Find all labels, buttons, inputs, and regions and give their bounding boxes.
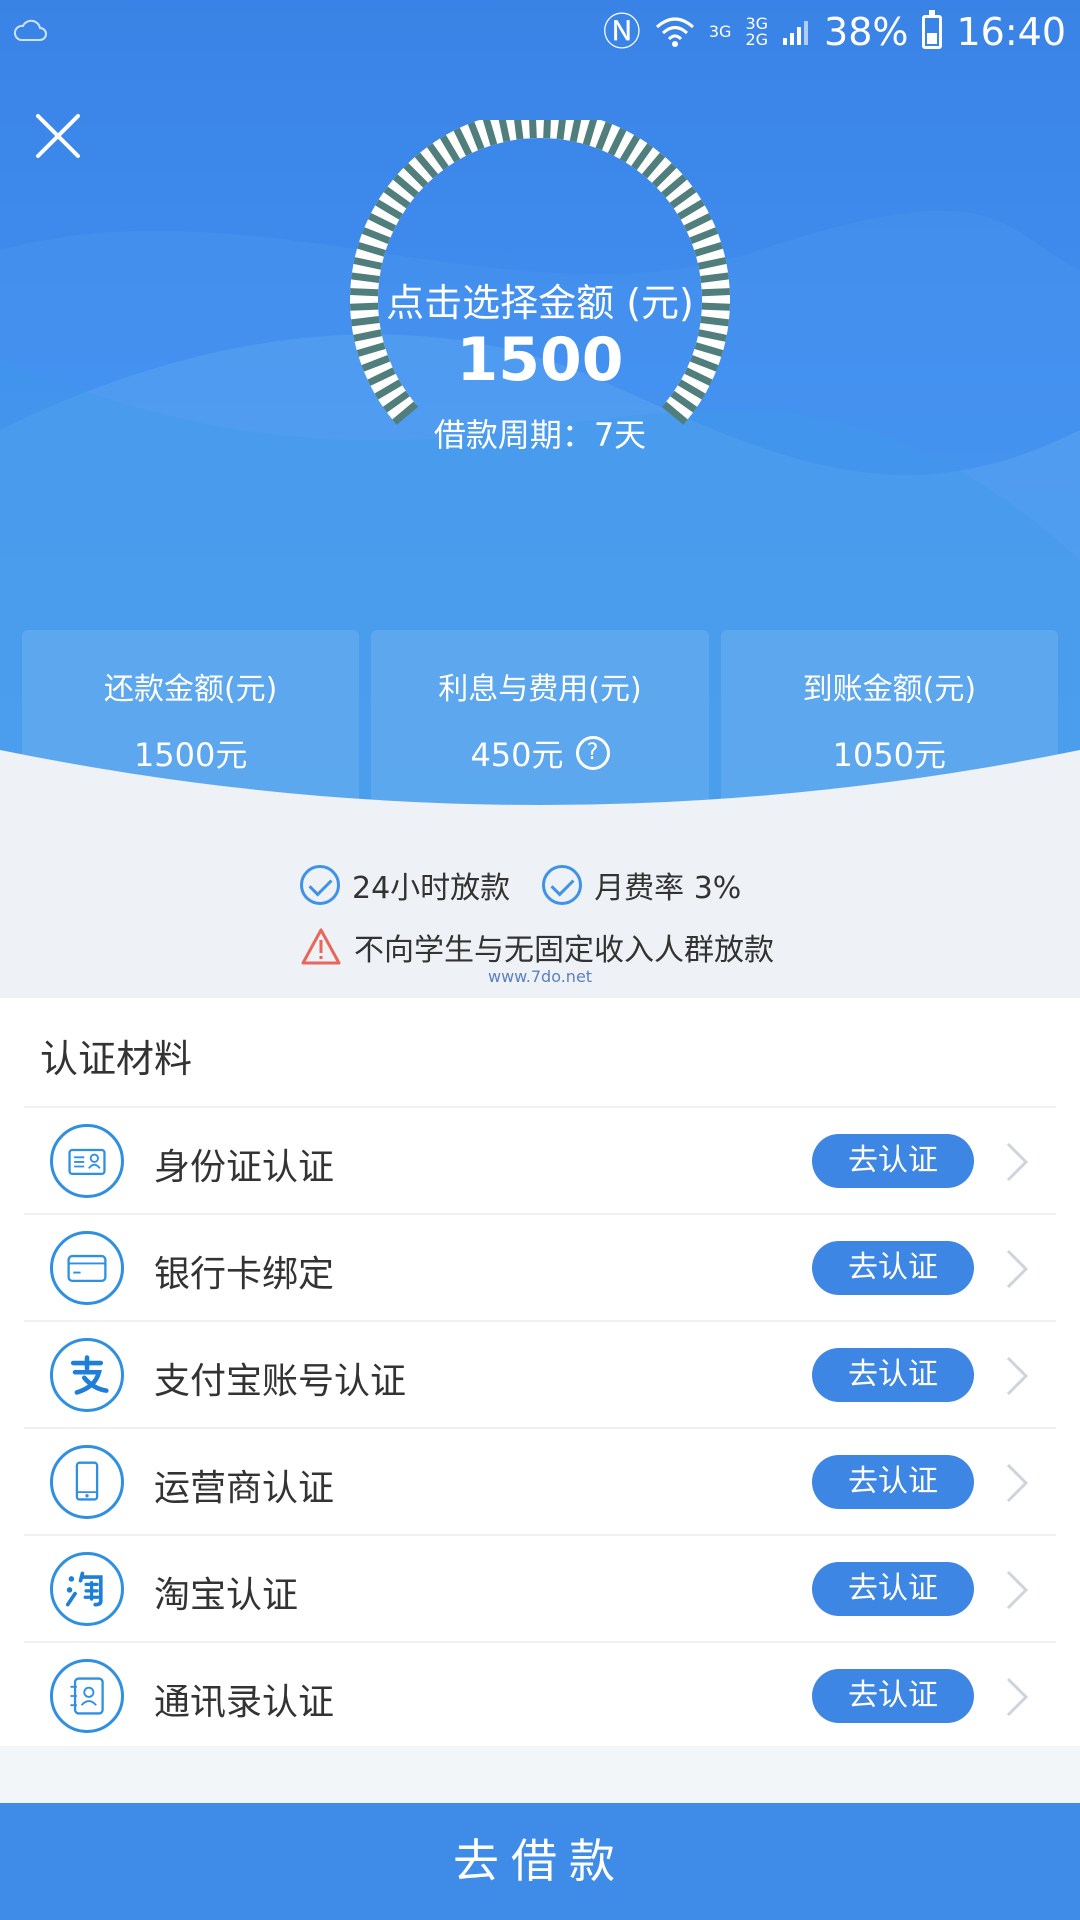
chevron-right-icon bbox=[1006, 1356, 1029, 1396]
received-label: 到账金额(元) bbox=[802, 672, 977, 707]
warning-icon bbox=[301, 928, 341, 965]
contacts-icon bbox=[50, 1659, 124, 1733]
signal-icon bbox=[783, 21, 809, 45]
verify-button[interactable]: 去认证 bbox=[812, 1348, 974, 1402]
wifi-icon bbox=[655, 17, 694, 47]
auth-item-label: 通讯录认证 bbox=[154, 1682, 335, 1723]
repayment-label: 还款金额(元) bbox=[103, 672, 278, 707]
borrow-button[interactable]: 去借款 bbox=[0, 1803, 1080, 1920]
bank-card-icon bbox=[50, 1231, 124, 1305]
auth-item-label: 银行卡绑定 bbox=[154, 1254, 335, 1295]
auth-item-carrier[interactable]: 运营商认证 去认证 bbox=[24, 1427, 1056, 1534]
chevron-right-icon bbox=[1006, 1142, 1029, 1182]
auth-item-bank-card[interactable]: 银行卡绑定 去认证 bbox=[24, 1213, 1056, 1320]
status-indicators: Ⓝ 3G 3G 2G 38% 16:40 bbox=[603, 8, 1066, 56]
gauge-title: 点击选择金额 (元) bbox=[386, 281, 694, 325]
alipay-icon bbox=[50, 1338, 124, 1412]
nfc-icon: Ⓝ bbox=[602, 10, 641, 54]
network-type-b: 3G 2G bbox=[745, 14, 769, 49]
chevron-right-icon bbox=[1006, 1463, 1029, 1503]
auth-section-title: 认证材料 bbox=[40, 1037, 193, 1081]
auth-item-label: 支付宝账号认证 bbox=[154, 1361, 407, 1402]
auth-section: 认证材料 身份证认证 去认证 银行卡绑定 去认证 支付宝账号认证 去认证 运营商… bbox=[0, 998, 1080, 1746]
taobao-icon bbox=[50, 1552, 124, 1626]
gauge-tick bbox=[514, 120, 524, 140]
auth-item-label: 身份证认证 bbox=[154, 1147, 335, 1188]
gauge-tick bbox=[543, 120, 551, 139]
gauge-tick bbox=[529, 120, 537, 139]
features-panel: 24小时放款 月费率 3% 不向学生与无固定收入人群放款 www.7do.net bbox=[0, 835, 1080, 998]
fees-label: 利息与费用(元) bbox=[438, 672, 642, 707]
phone-icon bbox=[50, 1445, 124, 1519]
battery-percent: 38% bbox=[824, 10, 909, 54]
feature-monthly-rate: 月费率 3% bbox=[594, 871, 742, 906]
auth-list: 身份证认证 去认证 银行卡绑定 去认证 支付宝账号认证 去认证 运营商认证 去认… bbox=[0, 1106, 1080, 1748]
verify-button[interactable]: 去认证 bbox=[812, 1134, 974, 1188]
loan-amount[interactable]: 1500 bbox=[290, 325, 790, 395]
auth-item-label: 淘宝认证 bbox=[154, 1575, 299, 1616]
header-curve bbox=[0, 750, 1080, 835]
loan-period: 借款周期：7天 bbox=[433, 416, 647, 454]
check-icon bbox=[542, 865, 583, 905]
feature-row-notice: 不向学生与无固定收入人群放款 bbox=[300, 925, 774, 969]
feature-fast-loan: 24小时放款 bbox=[352, 871, 511, 906]
notice-text: 不向学生与无固定收入人群放款 bbox=[354, 933, 774, 968]
feature-row-top: 24小时放款 月费率 3% bbox=[300, 863, 741, 907]
cloud-icon bbox=[13, 19, 47, 41]
auth-item-id-card[interactable]: 身份证认证 去认证 bbox=[24, 1106, 1056, 1213]
verify-button[interactable]: 去认证 bbox=[812, 1669, 974, 1723]
loan-page: Ⓝ 3G 3G 2G 38% 16:40 点击选择金额 (元) 1500 借款周… bbox=[0, 0, 1080, 1920]
verify-button[interactable]: 去认证 bbox=[812, 1241, 974, 1295]
battery-icon bbox=[922, 10, 943, 49]
check-icon bbox=[300, 865, 340, 905]
chevron-right-icon bbox=[1006, 1677, 1029, 1717]
close-icon[interactable] bbox=[34, 112, 82, 160]
status-bar: Ⓝ 3G 3G 2G 38% 16:40 bbox=[0, 0, 1080, 64]
auth-item-alipay[interactable]: 支付宝账号认证 去认证 bbox=[24, 1320, 1056, 1427]
amount-gauge[interactable]: 点击选择金额 (元) 1500 借款周期：7天 bbox=[290, 120, 790, 580]
chevron-right-icon bbox=[1006, 1570, 1029, 1610]
chevron-right-icon bbox=[1006, 1249, 1029, 1289]
id-card-icon bbox=[50, 1124, 124, 1198]
verify-button[interactable]: 去认证 bbox=[812, 1455, 974, 1509]
verify-button[interactable]: 去认证 bbox=[812, 1562, 974, 1616]
auth-item-contacts[interactable]: 通讯录认证 去认证 bbox=[24, 1641, 1056, 1748]
network-type-a: 3G bbox=[708, 22, 732, 41]
watermark: www.7do.net bbox=[488, 967, 593, 986]
clock-time: 16:40 bbox=[956, 10, 1066, 54]
hero-header: Ⓝ 3G 3G 2G 38% 16:40 点击选择金额 (元) 1500 借款周… bbox=[0, 0, 1080, 835]
auth-item-taobao[interactable]: 淘宝认证 去认证 bbox=[24, 1534, 1056, 1641]
gauge-tick bbox=[556, 120, 566, 140]
auth-item-label: 运营商认证 bbox=[154, 1468, 335, 1509]
